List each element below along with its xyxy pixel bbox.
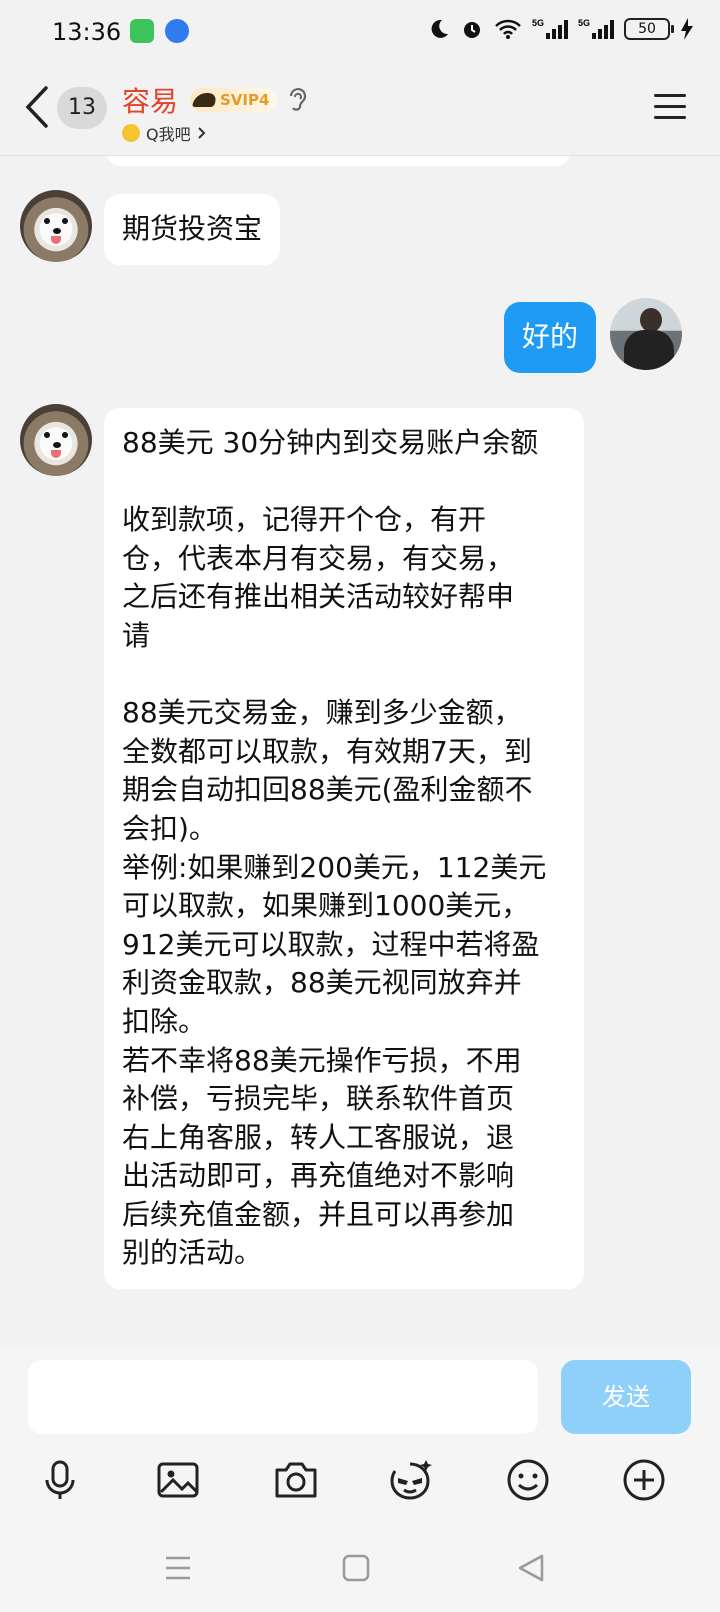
message-bubble-received[interactable]: 期货投资宝 [104,194,281,265]
message-line: 仓，代表本月有交易，有交易， [122,541,515,575]
ear-icon[interactable] [286,86,308,114]
status-text: Q我吧 [146,125,191,144]
back-arrow-icon[interactable] [22,84,52,130]
message-line: 举例:如果赚到200美元，112美元 [122,850,547,884]
message-line: 右上角客服，转人工客服说，退 [122,1120,515,1154]
svg-text:5G: 5G [578,18,590,28]
message-line: 补偿，亏损完毕，联系软件首页 [122,1082,515,1116]
svg-text:5G: 5G [532,18,544,28]
sticker-icon[interactable] [386,1456,434,1504]
message-line: 之后还有推出相关活动较好帮申 [122,580,515,614]
status-bar: 13:36 5G 5G 50 [0,0,720,66]
message-line: 期会自动扣回88美元(盈利金额不 [122,773,533,807]
back-icon[interactable] [512,1548,552,1588]
message-line: 全数都可以取款，有效期7天，到 [122,734,532,768]
message-line [122,656,566,695]
chat-header: 13 容易 SVIP4 Q我吧 [0,66,720,156]
charging-icon [681,18,693,40]
vip-label: SVIP4 [220,91,270,109]
signal-5g-icon: 5G [532,18,568,39]
browser-app-icon [165,19,189,43]
contact-avatar[interactable] [20,190,92,262]
message-line: 好的 [522,320,579,353]
home-icon[interactable] [336,1548,376,1588]
status-time: 13:36 [52,18,122,46]
menu-icon[interactable] [654,94,686,120]
smiley-status-icon [122,124,140,142]
chevron-right-icon [197,127,206,139]
wifi-icon [495,19,521,39]
message-line: 88美元 30分钟内到交易账户余额 [122,426,539,459]
message-line: 后续充值金额，并且可以再参加 [122,1197,515,1231]
message-list[interactable]: 期货投资宝 好的 88美元 30分钟内到交易账户余额 收到款项，记得开个仓，有开… [0,156,720,1348]
contact-status[interactable]: Q我吧 [122,121,207,145]
message-line: 期货投资宝 [122,212,263,245]
message-bubble-sent[interactable]: 好的 [504,302,597,373]
recents-icon[interactable] [158,1548,198,1588]
message-line: 若不幸将88美元操作亏损，不用 [122,1043,522,1077]
shield-app-icon [130,19,154,43]
message-line: 出活动即可，再充值绝对不影响 [122,1159,515,1193]
message-input[interactable] [28,1360,538,1434]
message-line: 912美元可以取款，过程中若将盈 [122,927,540,961]
vip-badge: SVIP4 [190,88,278,112]
message-line: 别的活动。 [122,1236,263,1270]
composer: 发送 [0,1348,720,1612]
camera-icon[interactable] [272,1456,320,1504]
my-avatar[interactable] [610,298,682,370]
microphone-icon[interactable] [36,1456,84,1504]
contact-avatar[interactable] [20,404,92,476]
message-line: 扣除。 [122,1004,207,1038]
message-line: 会扣)。 [122,811,217,845]
vip-hat-icon [191,93,219,107]
alarm-icon [464,22,480,38]
message-line: 利资金取款，88美元视同放弃并 [122,966,522,1000]
emoji-icon[interactable] [504,1456,552,1504]
previous-message-bubble [106,156,570,166]
message-line: 88美元交易金，赚到多少金额， [122,696,522,730]
contact-name[interactable]: 容易 [122,80,178,120]
battery-indicator: 50 [624,18,674,40]
message-line: 可以取款，如果赚到1000美元， [122,889,530,923]
signal-5g-icon-2: 5G [578,18,614,39]
moon-icon [431,19,448,38]
message-line: 请 [122,618,151,652]
message-line: 收到款项，记得开个仓，有开 [122,503,487,537]
message-line [122,463,566,502]
image-icon[interactable] [154,1456,202,1504]
message-bubble-received[interactable]: 88美元 30分钟内到交易账户余额 收到款项，记得开个仓，有开 仓，代表本月有交… [104,408,584,1290]
plus-icon[interactable] [620,1456,668,1504]
send-button[interactable]: 发送 [561,1360,691,1434]
unread-count-badge[interactable]: 13 [57,87,107,129]
